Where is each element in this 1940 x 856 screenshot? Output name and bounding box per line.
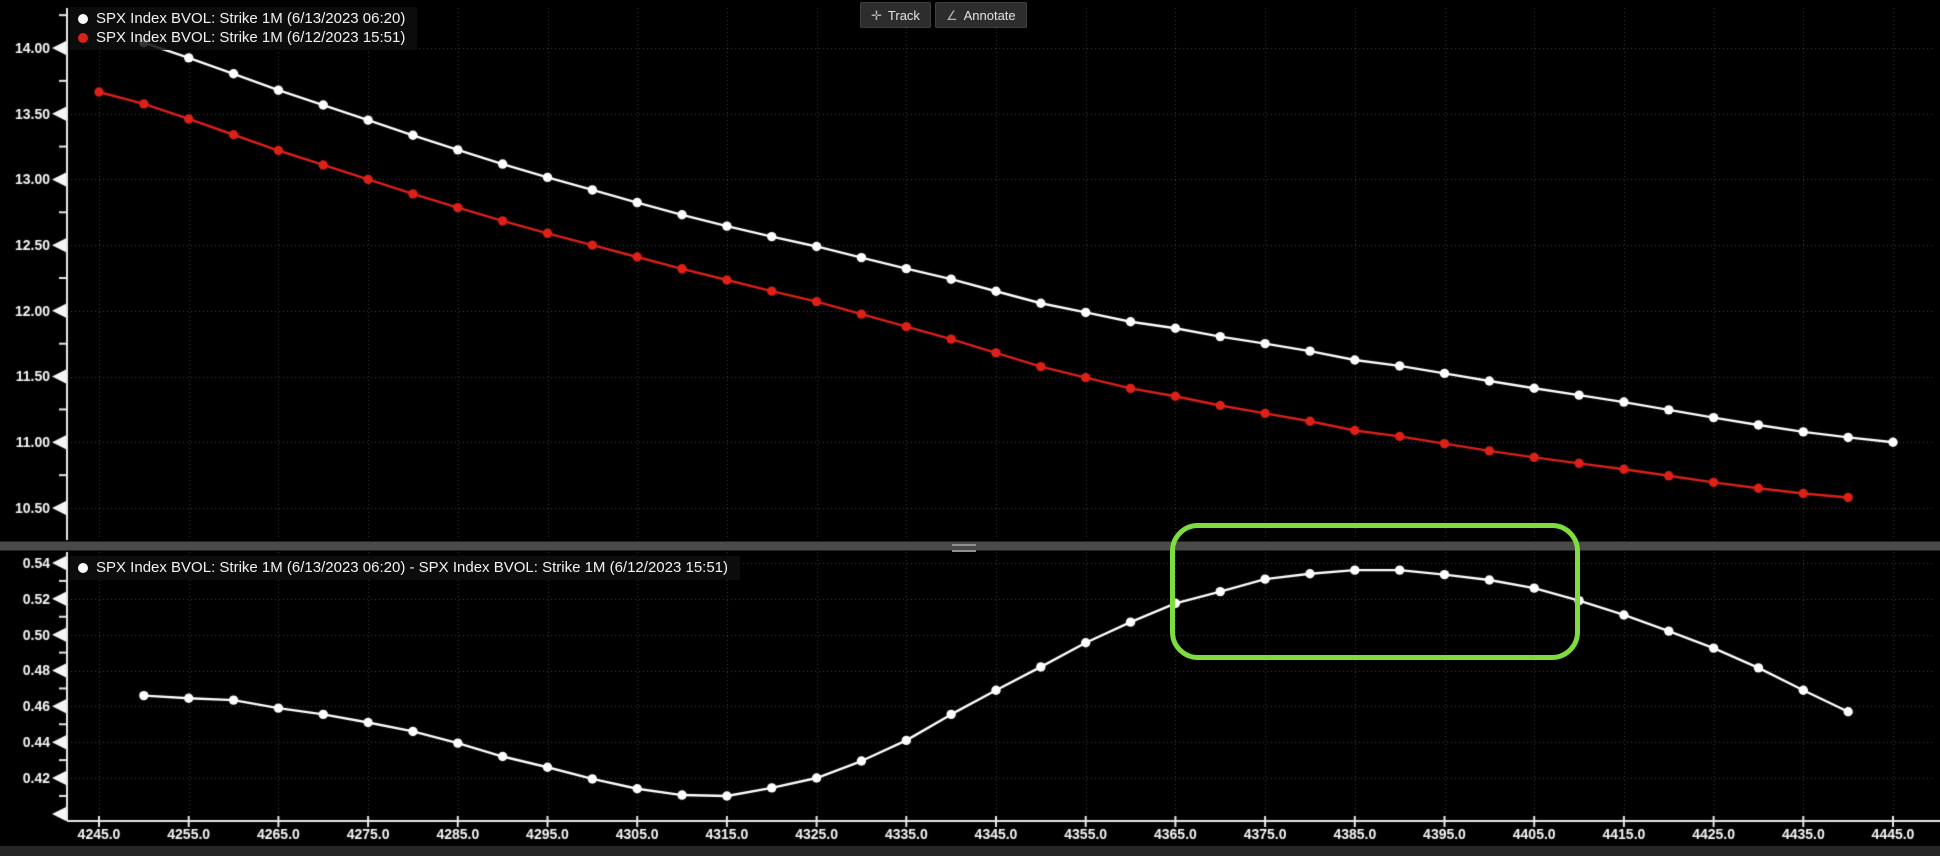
track-button-label: Track — [887, 7, 920, 23]
legend-label: SPX Index BVOL: Strike 1M (6/12/2023 15:… — [96, 29, 406, 46]
track-button[interactable]: ✛ Track — [860, 2, 931, 28]
red-series-marker-icon — [78, 32, 88, 43]
track-crosshair-icon: ✛ — [871, 7, 882, 23]
annotate-pencil-icon: ∠ — [945, 7, 958, 23]
legend-item-red-series[interactable]: SPX Index BVOL: Strike 1M (6/12/2023 15:… — [78, 28, 405, 47]
white-series-marker-icon — [78, 13, 88, 24]
panel-splitter[interactable] — [0, 541, 1940, 552]
bvol-smile-chart-canvas[interactable] — [0, 0, 1940, 856]
legend-item-spread-series[interactable]: SPX Index BVOL: Strike 1M (6/13/2023 06:… — [78, 558, 728, 577]
bottom-panel-legend: SPX Index BVOL: Strike 1M (6/13/2023 06:… — [70, 556, 741, 580]
annotate-button[interactable]: ∠ Annotate — [934, 2, 1027, 28]
splitter-grip-icon — [952, 544, 976, 552]
annotation-highlight-box[interactable] — [1170, 523, 1580, 661]
legend-label: SPX Index BVOL: Strike 1M (6/13/2023 06:… — [96, 559, 729, 576]
legend-item-white-series[interactable]: SPX Index BVOL: Strike 1M (6/13/2023 06:… — [78, 9, 405, 28]
chart-toolbar: ✛ Track ∠ Annotate — [860, 2, 1027, 28]
legend-label: SPX Index BVOL: Strike 1M (6/13/2023 06:… — [96, 10, 406, 27]
bvol-chart-window: ✛ Track ∠ Annotate SPX Index BVOL: Strik… — [0, 0, 1940, 856]
top-panel-legend: SPX Index BVOL: Strike 1M (6/13/2023 06:… — [70, 7, 418, 50]
window-bottom-strip — [0, 846, 1940, 856]
spread-series-marker-icon — [78, 562, 88, 573]
annotate-button-label: Annotate — [963, 7, 1016, 23]
